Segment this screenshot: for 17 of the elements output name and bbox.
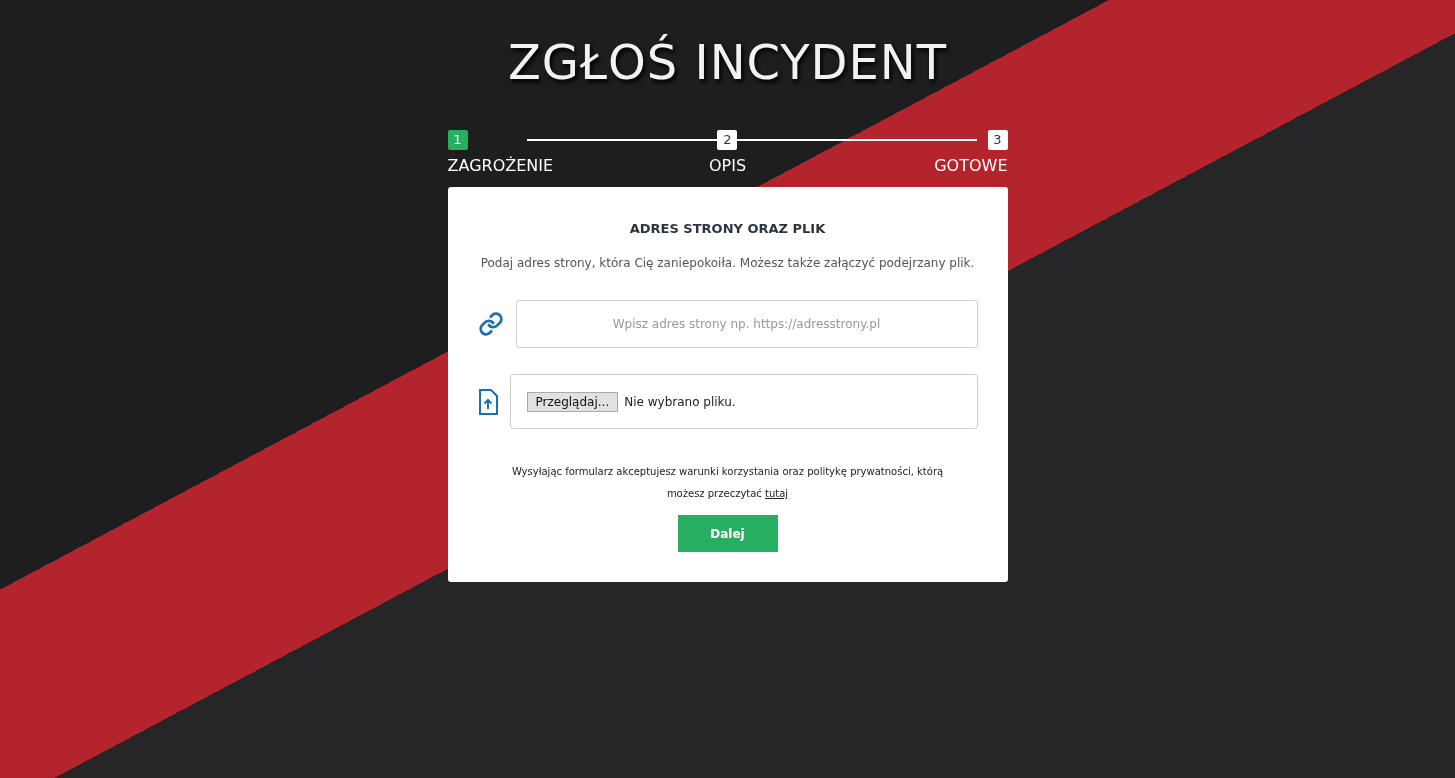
step-label: ZAGROŻENIE [447, 156, 554, 175]
consent-text: Wysyłając formularz akceptujesz warunki korzystania oraz politykę prywatności, którą możesz przeczytać tutaj [510, 465, 945, 501]
step-label: OPIS [708, 156, 747, 175]
terms-link[interactable]: tutaj [765, 488, 789, 499]
card-description: Podaj adres strony, która Cię zaniepokoiła. Możesz także załączyć podejrzany plik. [480, 256, 975, 270]
link-icon [477, 311, 504, 337]
step-number: 1 [447, 130, 468, 150]
file-status: Nie wybrano pliku. [624, 394, 736, 409]
file-input-field[interactable]: Przeglądaj... Nie wybrano pliku. [509, 374, 978, 429]
card-heading: ADRES STRONY ORAZ PLIK [629, 221, 826, 236]
url-input-field[interactable]: Wpisz adres strony np. https://adresstrony.pl [515, 300, 978, 348]
step-number: 3 [987, 130, 1008, 150]
page-title: ZGŁOŚ INCYDENT [507, 34, 948, 90]
file-upload-icon [477, 388, 498, 415]
step-label: GOTOWE [934, 156, 1008, 175]
step-number: 2 [717, 130, 738, 150]
browse-button[interactable]: Przeglądaj... [526, 391, 619, 412]
